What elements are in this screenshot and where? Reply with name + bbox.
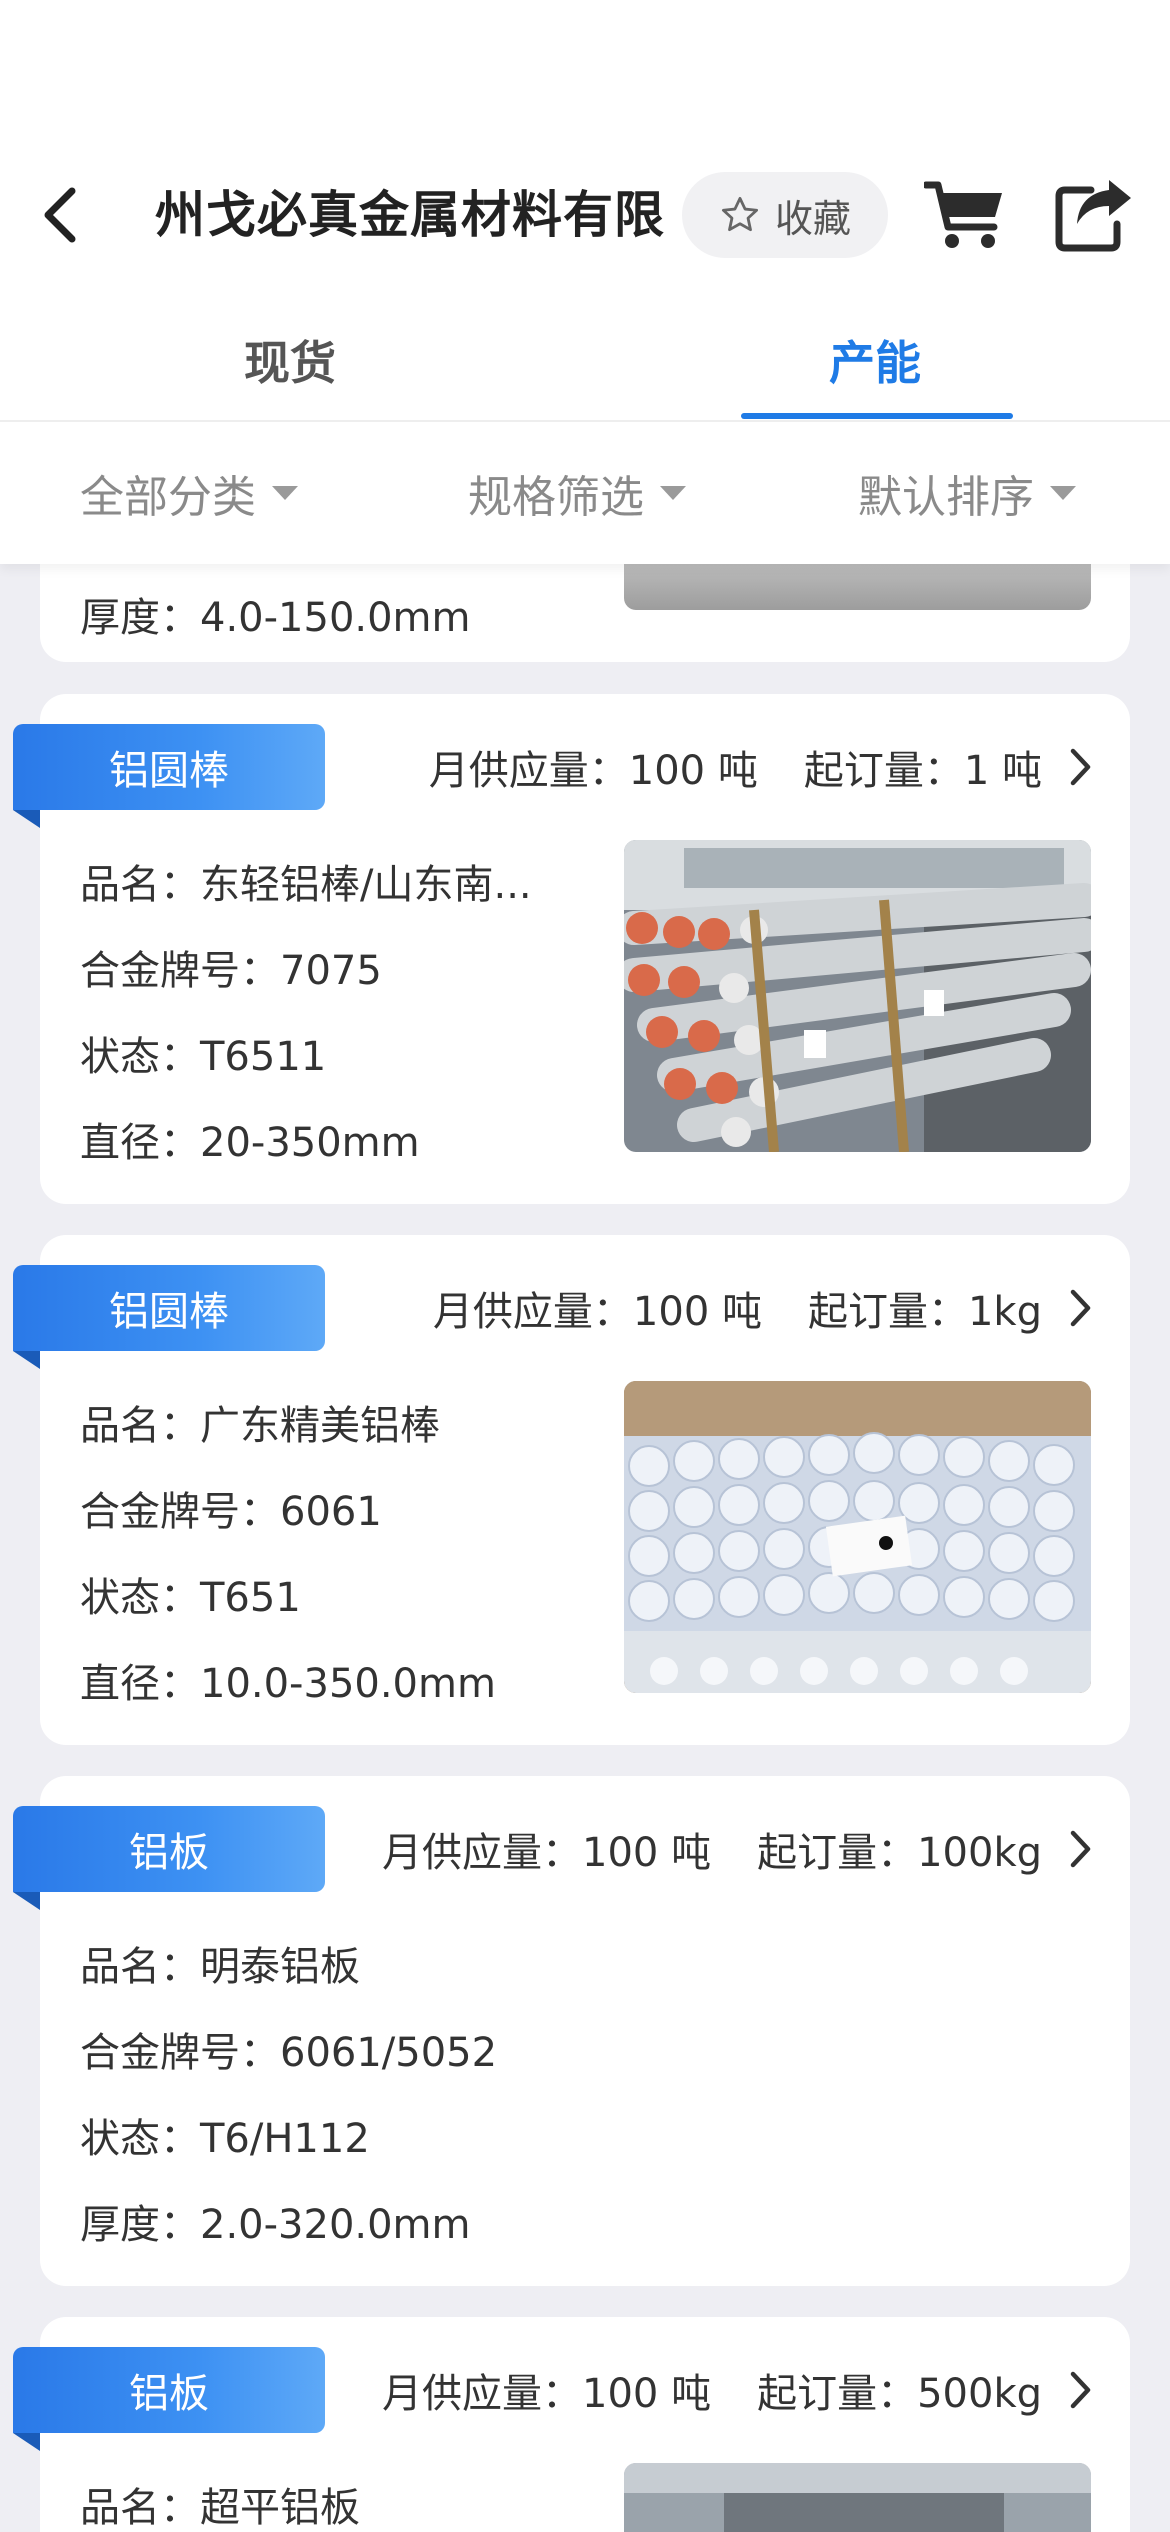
- cart-button[interactable]: [920, 170, 1010, 260]
- favorite-label: 收藏: [774, 196, 851, 241]
- product-photo: [624, 840, 1091, 1152]
- chevron-right-icon: [1068, 747, 1092, 787]
- active-tab-indicator: [741, 413, 1013, 419]
- product-card[interactable]: 铝圆棒 月供应量：100 吨 起订量：1kg 品名：广东精美铝棒 合金牌号：60…: [13, 1235, 1130, 1745]
- share-button[interactable]: [1048, 170, 1138, 260]
- category-tag: 铝圆棒: [13, 1265, 325, 1351]
- product-name: 品名：超平铝板: [80, 2485, 360, 2531]
- thickness-field: 厚度：4.0-150.0mm: [80, 595, 471, 641]
- supply-info[interactable]: 月供应量：100 吨 起订量：100kg: [382, 1814, 1092, 1884]
- min-order: 起订量：100kg: [757, 1830, 1042, 1876]
- ribbon-fold: [13, 810, 40, 828]
- chevron-right-icon: [1068, 1829, 1092, 1869]
- min-order: 起订量：500kg: [757, 2371, 1042, 2417]
- chevron-right-icon: [1068, 2370, 1092, 2410]
- filter-category[interactable]: 全部分类: [80, 422, 298, 564]
- tab-spot[interactable]: 现货: [140, 300, 440, 420]
- temper-state: 状态：T6511: [80, 1034, 327, 1080]
- supply-info[interactable]: 月供应量：100 吨 起订量：1 吨: [429, 732, 1092, 802]
- product-name: 品名：明泰铝板: [80, 1944, 360, 1990]
- monthly-supply: 月供应量：100 吨: [428, 748, 758, 794]
- category-ribbon: 铝板: [13, 2347, 325, 2451]
- product-photo: [624, 1381, 1091, 1693]
- min-order: 起订量：1kg: [807, 1289, 1042, 1335]
- caret-down-icon: [1050, 486, 1076, 500]
- min-order: 起订量：1 吨: [803, 748, 1042, 794]
- monthly-supply: 月供应量：100 吨: [382, 2371, 712, 2417]
- product-photo: [624, 2463, 1091, 2532]
- tab-bar: 现货 产能: [0, 300, 1170, 422]
- shop-title: 州戈必真金属材料有限: [155, 186, 665, 244]
- filter-category-label: 全部分类: [80, 472, 256, 523]
- caret-down-icon: [660, 486, 686, 500]
- category-tag: 铝板: [13, 2347, 325, 2433]
- supply-info[interactable]: 月供应量：100 吨 起订量：500kg: [382, 2355, 1092, 2425]
- product-card[interactable]: 铝圆棒 月供应量：100 吨 起订量：1 吨 品名：东轻铝棒/山东南... 合金…: [13, 694, 1130, 1204]
- ribbon-fold: [13, 1351, 40, 1369]
- star-outline-icon: [721, 196, 759, 232]
- tab-capacity[interactable]: 产能: [730, 300, 1020, 420]
- ribbon-fold: [13, 2433, 40, 2451]
- product-card[interactable]: 铝板 月供应量：100 吨 起订量：100kg 品名：明泰铝板 合金牌号：606…: [13, 1776, 1130, 2286]
- product-card[interactable]: 铝板 月供应量：100 吨 起订量：500kg 品名：超平铝板: [13, 2317, 1130, 2532]
- caret-down-icon: [272, 486, 298, 500]
- alloy-grade: 合金牌号：6061/5052: [80, 2030, 498, 2076]
- monthly-supply: 月供应量：100 吨: [432, 1289, 762, 1335]
- share-icon: [1055, 180, 1131, 252]
- diameter-spec: 直径：10.0-350.0mm: [80, 1661, 496, 1707]
- category-tag: 铝圆棒: [13, 724, 325, 810]
- diameter-spec: 直径：20-350mm: [80, 1120, 420, 1166]
- temper-state: 状态：T651: [80, 1575, 301, 1621]
- header: 州戈必真金属材料有限 收藏 现货 产能: [0, 0, 1170, 422]
- category-ribbon: 铝圆棒: [13, 1265, 325, 1369]
- favorite-button[interactable]: 收藏: [682, 172, 888, 258]
- alloy-grade: 合金牌号：7075: [80, 948, 382, 994]
- chevron-right-icon: [1068, 1288, 1092, 1328]
- supply-info[interactable]: 月供应量：100 吨 起订量：1kg: [433, 1273, 1092, 1343]
- alloy-grade: 合金牌号：6061: [80, 1489, 382, 1535]
- product-photo: [624, 562, 1091, 610]
- product-name: 品名：广东精美铝棒: [80, 1403, 440, 1449]
- back-button[interactable]: [30, 180, 90, 250]
- filter-sort[interactable]: 默认排序: [858, 422, 1076, 564]
- cart-icon: [924, 181, 1002, 248]
- temper-state: 状态：T6/H112: [80, 2116, 370, 2162]
- category-ribbon: 铝圆棒: [13, 724, 325, 828]
- category-ribbon: 铝板: [13, 1806, 325, 1910]
- filter-spec[interactable]: 规格筛选: [468, 422, 686, 564]
- monthly-supply: 月供应量：100 吨: [382, 1830, 712, 1876]
- filter-sort-label: 默认排序: [858, 472, 1034, 523]
- chevron-left-icon: [44, 187, 76, 243]
- ribbon-fold: [13, 1892, 40, 1910]
- category-tag: 铝板: [13, 1806, 325, 1892]
- thickness-spec: 厚度：2.0-320.0mm: [80, 2202, 471, 2248]
- filter-bar: 全部分类 规格筛选 默认排序: [0, 422, 1170, 564]
- product-name: 品名：东轻铝棒/山东南...: [80, 862, 532, 908]
- filter-spec-label: 规格筛选: [468, 472, 644, 523]
